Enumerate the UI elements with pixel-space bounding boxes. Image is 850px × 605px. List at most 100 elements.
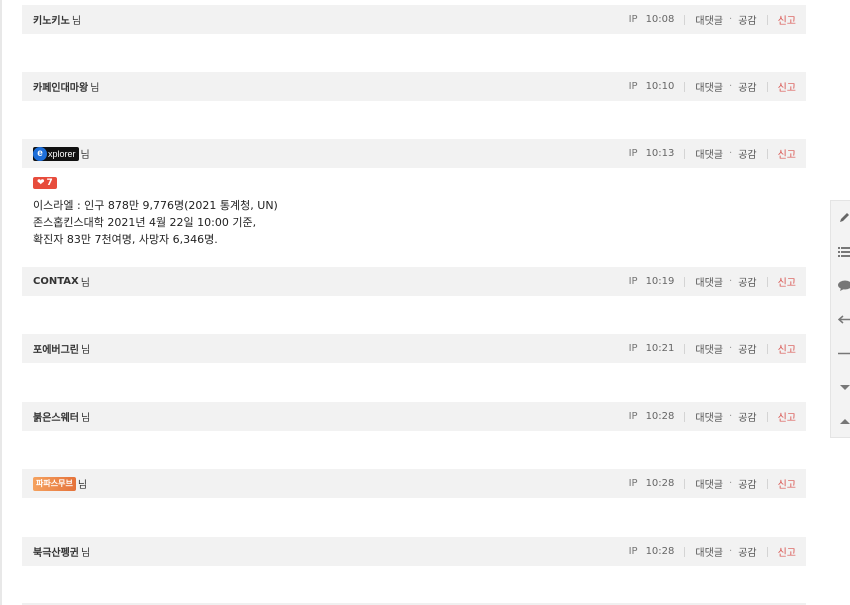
ip-label: IP — [628, 276, 638, 287]
comment-body-line: 확진자 83만 7천여명, 사망자 6,346명. — [33, 233, 218, 246]
comment-author[interactable]: 파파스무브 님 — [22, 476, 629, 491]
like-button[interactable]: 공감 — [738, 146, 756, 161]
like-button[interactable]: 공감 — [738, 274, 756, 289]
list-icon[interactable] — [838, 245, 850, 258]
comment-item: CONTAX 님 IP 10:19 대댓글 · 공감 신고 — [22, 267, 806, 296]
reply-button[interactable]: 대댓글 — [695, 79, 723, 94]
pencil-icon[interactable] — [838, 211, 850, 224]
author-suffix: 님 — [81, 413, 91, 424]
meta-dot: · — [729, 14, 733, 25]
chevron-up-icon[interactable] — [838, 415, 850, 428]
like-button[interactable]: 공감 — [738, 12, 756, 27]
report-button[interactable]: 신고 — [778, 409, 796, 424]
comment-time: 10:28 — [645, 546, 675, 557]
comment-meta: IP 10:21 대댓글 · 공감 신고 — [629, 341, 806, 356]
dash-icon[interactable] — [838, 347, 850, 360]
ip-label: IP — [628, 343, 638, 354]
author-badge[interactable]: 파파스무브 — [33, 476, 76, 491]
like-button[interactable]: 공감 — [738, 544, 756, 559]
author-suffix: 님 — [81, 345, 91, 356]
author-suffix: 님 — [80, 278, 90, 289]
report-button[interactable]: 신고 — [778, 79, 796, 94]
author-suffix: 님 — [71, 16, 82, 27]
comment-header: 파파스무브 님 IP 10:28 대댓글 · 공감 신고 — [22, 469, 806, 498]
meta-divider — [766, 478, 768, 489]
ip-label: IP — [628, 148, 638, 159]
comment-author[interactable]: 포에버그린 님 — [22, 341, 629, 356]
reply-button[interactable]: 대댓글 — [695, 12, 723, 27]
author-suffix: 님 — [80, 150, 90, 161]
comment-time: 10:28 — [645, 478, 675, 489]
comment-item: e xplorer 님 IP 10:13 대댓글 · 공감 신고 ❤ 7 이스라… — [22, 139, 806, 248]
author-name[interactable]: 키노키노 — [33, 12, 70, 27]
comment-body-line: 존스홉킨스대학 2021년 4월 22일 10:00 기준, — [33, 216, 257, 229]
meta-divider — [684, 81, 686, 92]
report-button[interactable]: 신고 — [778, 544, 796, 559]
comment-meta: IP 10:28 대댓글 · 공감 신고 — [629, 409, 806, 424]
ip-label: IP — [628, 478, 638, 489]
like-button[interactable]: 공감 — [738, 79, 756, 94]
reply-button[interactable]: 대댓글 — [695, 544, 723, 559]
author-name[interactable]: 카페인대마왕 — [33, 79, 88, 94]
comment-icon[interactable] — [838, 279, 850, 292]
back-arrow-icon[interactable] — [838, 313, 850, 326]
author-name[interactable]: 붉은스웨터 — [33, 409, 79, 424]
comment-header: 붉은스웨터 님 IP 10:28 대댓글 · 공감 신고 — [22, 402, 806, 431]
like-button[interactable]: 공감 — [738, 476, 756, 491]
comment-author[interactable]: CONTAX 님 — [22, 274, 629, 289]
author-name[interactable]: 북극산펭귄 — [33, 544, 79, 559]
comment-body-line: 이스라엘 : 인구 878만 9,776명(2021 통계청, UN) — [33, 199, 278, 212]
reply-button[interactable]: 대댓글 — [695, 409, 723, 424]
comment-item: 포에버그린 님 IP 10:21 대댓글 · 공감 신고 — [22, 334, 806, 363]
author-name[interactable]: CONTAX — [33, 276, 79, 287]
meta-dot: · — [729, 343, 733, 354]
comment-time: 10:10 — [645, 81, 675, 92]
meta-divider — [766, 14, 768, 25]
author-suffix: 님 — [77, 480, 88, 491]
meta-dot: · — [729, 81, 733, 92]
comment-body: 이스라엘 : 인구 878만 9,776명(2021 통계청, UN) 존스홉킨… — [22, 197, 806, 248]
comment-header: 키노키노 님 IP 10:08 대댓글 · 공감 신고 — [22, 5, 806, 34]
comment-author[interactable]: 키노키노 님 — [22, 12, 629, 27]
report-button[interactable]: 신고 — [778, 12, 796, 27]
chevron-down-icon[interactable] — [838, 381, 850, 394]
report-button[interactable]: 신고 — [778, 341, 796, 356]
author-suffix: 님 — [90, 83, 100, 94]
meta-dot: · — [729, 411, 733, 422]
report-button[interactable]: 신고 — [778, 476, 796, 491]
comment-time: 10:21 — [645, 343, 675, 354]
report-button[interactable]: 신고 — [778, 146, 796, 161]
meta-divider — [766, 276, 768, 287]
comment-header: 북극산펭귄 님 IP 10:28 대댓글 · 공감 신고 — [22, 537, 806, 566]
author-name[interactable]: 포에버그린 — [33, 341, 79, 356]
like-button[interactable]: 공감 — [738, 341, 756, 356]
comment-author[interactable]: e xplorer 님 — [22, 146, 629, 161]
meta-divider — [766, 148, 768, 159]
meta-divider — [766, 343, 768, 354]
author-badge[interactable]: e xplorer — [33, 146, 79, 161]
report-button[interactable]: 신고 — [778, 274, 796, 289]
meta-divider — [684, 14, 686, 25]
comment-time: 10:19 — [645, 276, 675, 287]
comment-item: 붉은스웨터 님 IP 10:28 대댓글 · 공감 신고 — [22, 402, 806, 431]
comment-author[interactable]: 카페인대마왕 님 — [22, 79, 629, 94]
comment-meta: IP 10:10 대댓글 · 공감 신고 — [629, 79, 806, 94]
ip-label: IP — [628, 546, 638, 557]
reply-button[interactable]: 대댓글 — [695, 341, 723, 356]
author-suffix: 님 — [81, 548, 91, 559]
ip-label: IP — [628, 81, 638, 92]
meta-dot: · — [729, 276, 733, 287]
like-button[interactable]: 공감 — [738, 409, 756, 424]
reply-button[interactable]: 대댓글 — [695, 274, 723, 289]
comment-time: 10:28 — [645, 411, 675, 422]
comment-item: 키노키노 님 IP 10:08 대댓글 · 공감 신고 — [22, 5, 806, 34]
meta-divider — [684, 343, 686, 354]
comment-meta: IP 10:28 대댓글 · 공감 신고 — [629, 476, 806, 491]
comment-header: e xplorer 님 IP 10:13 대댓글 · 공감 신고 — [22, 139, 806, 168]
comment-author[interactable]: 북극산펭귄 님 — [22, 544, 629, 559]
comment-author[interactable]: 붉은스웨터 님 — [22, 409, 629, 424]
comment-meta: IP 10:28 대댓글 · 공감 신고 — [629, 544, 806, 559]
reply-button[interactable]: 대댓글 — [695, 146, 723, 161]
reply-button[interactable]: 대댓글 — [695, 476, 723, 491]
page-left-border — [0, 0, 2, 605]
